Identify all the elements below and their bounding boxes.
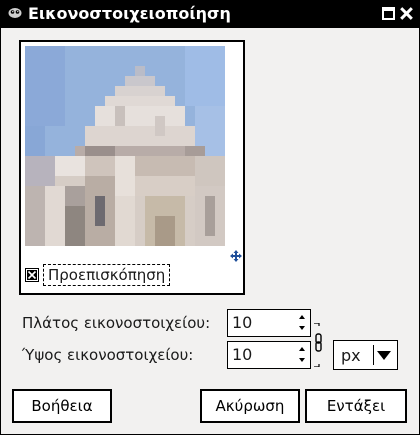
preview-label[interactable]: Προεπισκόπηση (43, 264, 171, 286)
unit-separator (373, 345, 374, 365)
decrement-icon[interactable] (299, 326, 305, 330)
pixel-height-spinbutton[interactable]: 10 (227, 341, 311, 369)
increment-icon[interactable] (299, 315, 305, 319)
unit-selector[interactable]: px (333, 340, 398, 370)
cancel-button[interactable]: Ακύρωση (200, 389, 300, 423)
navigate-icon[interactable] (230, 250, 242, 262)
pixel-width-stepper[interactable] (296, 310, 310, 336)
dropdown-arrow-icon[interactable] (377, 351, 391, 360)
preview-image (25, 46, 225, 246)
preview-frame: Προεπισκόπηση (19, 40, 245, 295)
pixel-width-value[interactable]: 10 (232, 313, 252, 333)
chain-link-icon[interactable] (313, 323, 323, 367)
window-title: Εικονοστοιχειοποίηση (28, 4, 231, 23)
pixel-width-label: Πλάτος εικονοστοιχείου: (22, 314, 211, 332)
title-bar[interactable]: Εικονοστοιχειοποίηση (0, 0, 420, 28)
unit-value: px (341, 346, 361, 365)
preview-checkbox[interactable] (25, 268, 39, 282)
help-button[interactable]: Βοήθεια (12, 389, 112, 423)
gimp-icon (8, 8, 22, 18)
close-icon[interactable] (400, 7, 413, 20)
decrement-icon[interactable] (299, 358, 305, 362)
maximize-icon[interactable] (382, 7, 395, 20)
pixel-width-spinbutton[interactable]: 10 (227, 309, 311, 337)
pixel-height-label: Ύψος εικονοστοιχείου: (22, 346, 194, 364)
pixel-height-stepper[interactable] (296, 342, 310, 368)
increment-icon[interactable] (299, 347, 305, 351)
ok-button[interactable]: Εντάξει (305, 389, 407, 423)
pixel-height-value[interactable]: 10 (232, 345, 252, 365)
check-icon (27, 270, 37, 280)
